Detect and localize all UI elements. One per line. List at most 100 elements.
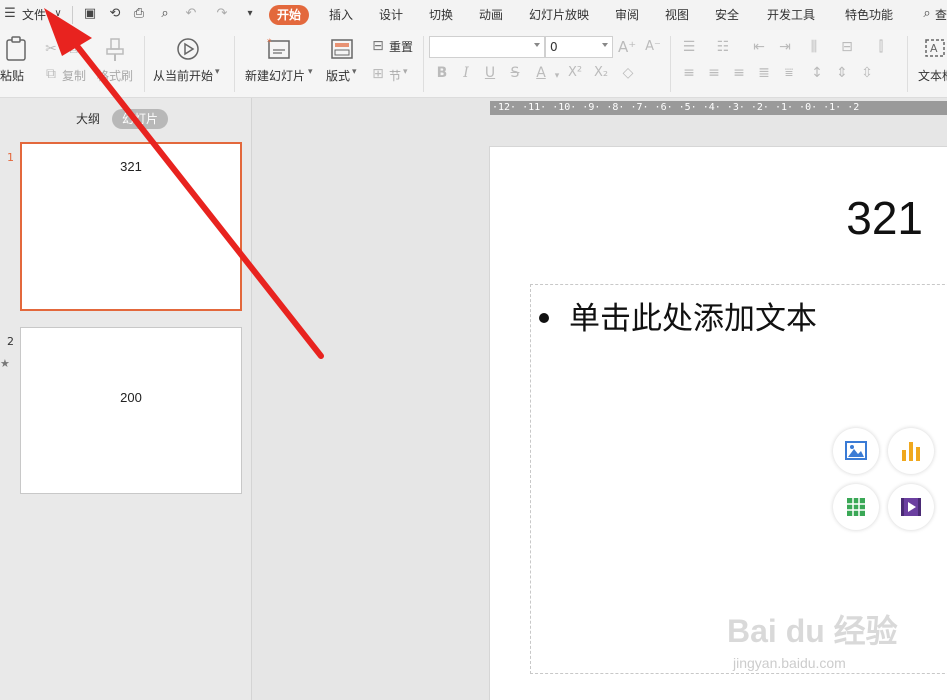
bold-icon[interactable]: B [433,64,451,82]
increase-indent-icon[interactable]: ⇥ [776,38,794,56]
font-size-value: 0 [550,40,558,54]
tab-slides[interactable]: 幻灯片 [112,109,169,129]
slide-thumbnail-2[interactable]: 200 [20,327,242,494]
new-slide-button[interactable]: 新建幻灯片 [245,67,305,84]
print-preview-icon[interactable]: ⌕ [157,6,173,22]
section-icon[interactable]: ⊞ [369,65,387,83]
tab-outline[interactable]: 大纲 [76,109,100,129]
tab-slideshow[interactable]: 幻灯片放映 [529,6,589,23]
copy-button[interactable]: 复制 [62,67,86,84]
tab-transitions[interactable]: 切换 [429,6,453,23]
layout-icon[interactable] [330,38,354,60]
svg-text:*: * [267,38,272,48]
new-slide-icon[interactable]: * [266,37,292,61]
play-icon[interactable] [176,37,200,61]
chevron-down-icon[interactable]: ▾ [215,67,220,77]
textbox-button[interactable]: 文本框 [918,67,947,84]
search-label[interactable]: 查 [935,6,947,23]
svg-text:A: A [930,42,938,55]
layout-button[interactable]: 版式 [326,67,350,84]
play-from-current-button[interactable]: 从当前开始 [153,67,213,84]
slide-thumbnail-1[interactable]: 321 [20,142,242,311]
tab-view[interactable]: 视图 [665,6,689,23]
tab-insert[interactable]: 插入 [329,6,353,23]
tab-animations[interactable]: 动画 [479,6,503,23]
line-spacing-icon[interactable]: ↕ [808,64,826,82]
file-menu[interactable]: 文件 [22,6,46,23]
table-icon [847,498,865,516]
reset-button[interactable]: 重置 [389,38,413,55]
chevron-down-icon[interactable]: ▾ [308,67,313,77]
undo-icon[interactable]: ↶ [183,6,199,22]
tab-developer[interactable]: 开发工具 [767,6,815,23]
redo-icon[interactable]: ↷ [214,6,230,22]
print-icon[interactable]: ⎙ [131,6,147,22]
decrease-font-icon[interactable]: A⁻ [644,38,662,56]
increase-font-icon[interactable]: A⁺ [618,38,636,56]
horizontal-ruler: ·12· ·11· ·10· ·9· ·8· ·7· ·6· ·5· ·4· ·… [490,101,947,115]
tab-home[interactable]: 开始 [269,5,310,25]
slide-title[interactable]: 321 [846,191,923,245]
textbox-icon[interactable]: A [924,37,946,59]
video-icon [901,498,921,516]
ruler-ticks: ·12· ·11· ·10· ·9· ·8· ·7· ·6· ·5· ·4· ·… [492,102,860,113]
align-left-icon[interactable]: ≡ [680,64,698,82]
spacing-icon[interactable]: ⇳ [858,64,876,82]
vertical-align-icon[interactable]: ⫿ [872,38,890,56]
text-direction-icon[interactable]: ⫼ [805,38,823,56]
decrease-indent-icon[interactable]: ⇤ [750,38,768,56]
superscript-icon[interactable]: X² [566,64,584,82]
paragraph-spacing-icon[interactable]: ⇕ [833,64,851,82]
tab-review[interactable]: 审阅 [615,6,639,23]
align-center-icon[interactable]: ≡ [705,64,723,82]
clear-format-icon[interactable]: ◇ [619,64,637,82]
insert-table-button[interactable] [833,484,879,530]
format-painter-button[interactable]: 格式刷 [97,67,133,84]
slide-thumbnail-title: 321 [120,159,142,174]
chart-icon [902,442,920,461]
output-icon[interactable]: ⟲ [107,6,123,22]
tab-design[interactable]: 设计 [379,6,403,23]
chevron-down-icon[interactable]: ▾ [352,67,357,77]
tab-security[interactable]: 安全 [715,6,739,23]
paste-button[interactable]: 粘贴 [0,67,24,84]
placeholder-label: 单击此处添加文本 [569,301,817,337]
insert-video-button[interactable] [888,484,934,530]
hamburger-menu-icon[interactable]: ☰ [2,6,18,22]
subscript-icon[interactable]: X₂ [592,64,610,82]
copy-dup-icon[interactable]: ⧉ [64,40,82,58]
picture-icon [845,441,867,460]
divider [670,36,671,92]
paste-icon[interactable] [4,36,28,62]
bullet-list-icon[interactable]: ☰ [680,38,698,56]
distribute-icon[interactable]: ⩸ [780,64,798,82]
save-icon[interactable]: ▣ [82,6,98,22]
reset-icon[interactable]: ⊟ [369,37,387,55]
bullet-dot [539,312,549,323]
column-icon[interactable]: ⊟ [838,38,856,56]
divider [423,36,424,92]
font-size-select[interactable]: 0 [545,36,613,58]
customize-toolbar-icon[interactable]: ▾ [242,6,258,22]
insert-picture-button[interactable] [833,428,879,474]
placeholder-text: 单击此处添加文本 [539,293,817,338]
justify-icon[interactable]: ≣ [755,64,773,82]
italic-icon[interactable]: I [457,64,475,82]
chevron-down-icon[interactable]: ∨ [50,6,66,22]
copy-icon[interactable]: ⧉ [42,65,60,83]
format-painter-icon[interactable] [105,38,125,62]
cut-icon[interactable]: ✂ [42,40,60,58]
underline-icon[interactable]: U [481,64,499,82]
chevron-down-icon[interactable]: ▾ [403,67,408,77]
tab-special-features[interactable]: 特色功能 [845,6,893,23]
font-name-select[interactable] [429,36,545,58]
insert-chart-button[interactable] [888,428,934,474]
strikethrough-icon[interactable]: S [506,64,524,82]
search-icon[interactable]: ⌕ [919,6,935,22]
chevron-down-icon[interactable]: ▾ [548,67,566,85]
ribbon-toolbar: 粘贴 ✂ ⧉ ⧉ 复制 格式刷 从当前开始 ▾ * 新建幻灯片 ▾ 版式 ▾ ⊟… [0,30,947,98]
align-right-icon[interactable]: ≡ [730,64,748,82]
numbered-list-icon[interactable]: ☷ [714,38,732,56]
slide-number: 2 [7,335,14,348]
section-button[interactable]: 节 [389,67,401,84]
